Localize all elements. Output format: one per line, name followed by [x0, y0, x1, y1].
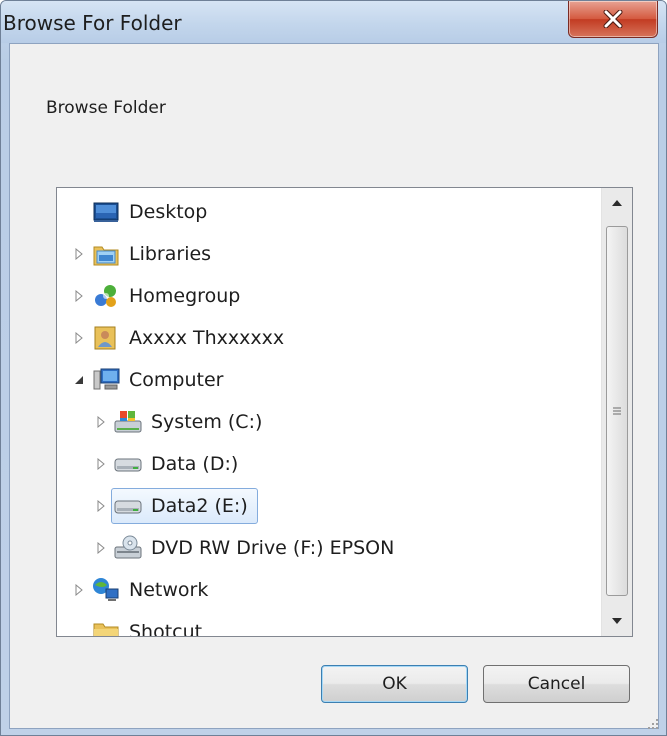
window-title: Browse For Folder [3, 11, 182, 35]
homegroup-icon [92, 282, 120, 310]
tree-item-content[interactable]: Network [89, 572, 218, 608]
computer-icon [92, 366, 120, 394]
scroll-up-button[interactable] [602, 188, 632, 218]
hard-drive-icon [114, 450, 142, 478]
tree-item-content[interactable]: Homegroup [89, 278, 250, 314]
tree-item[interactable]: Network [71, 572, 218, 608]
libraries-icon [92, 240, 120, 268]
expand-arrow-icon[interactable] [93, 412, 109, 432]
scroll-down-button[interactable] [602, 606, 632, 636]
scroll-down-icon [612, 618, 622, 624]
tree-item[interactable]: Desktop [71, 194, 217, 230]
tree-item-content[interactable]: Data (D:) [111, 446, 248, 482]
tree-item-label: Desktop [129, 201, 208, 223]
tree-item-content[interactable]: Data2 (E:) [111, 488, 258, 524]
scrollbar-thumb[interactable] [606, 226, 628, 596]
expand-arrow-icon[interactable] [93, 454, 109, 474]
folder-tree[interactable]: Desktop Libraries Homegroup Axxxx Thxxxxxx C… [56, 187, 633, 637]
tree-item[interactable]: Data (D:) [93, 446, 248, 482]
expand-arrow-icon[interactable] [71, 244, 87, 264]
resize-grip-icon[interactable] [645, 716, 659, 730]
tree-item-label: Shotcut [129, 621, 203, 637]
tree-item-label: Network [129, 579, 209, 601]
tree-item-label: Homegroup [129, 285, 241, 307]
cancel-button[interactable]: Cancel [483, 665, 630, 703]
collapse-arrow-icon[interactable] [71, 370, 87, 390]
tree-item-content[interactable]: Shotcut [89, 614, 212, 637]
ok-button[interactable]: OK [321, 665, 468, 703]
folder-icon [92, 618, 120, 636]
tree-item[interactable]: Data2 (E:) [93, 488, 258, 524]
tree-item-content[interactable]: Libraries [89, 236, 221, 272]
user-folder-icon [92, 324, 120, 352]
tree-item-label: System (C:) [151, 411, 263, 433]
close-icon [603, 10, 623, 28]
system-drive-icon [114, 408, 142, 436]
hard-drive-icon [114, 492, 142, 520]
scroll-up-icon [612, 200, 622, 206]
expand-arrow-icon[interactable] [93, 538, 109, 558]
dvd-drive-icon [114, 534, 142, 562]
tree-item-content[interactable]: DVD RW Drive (F:) EPSON [111, 530, 404, 566]
tree-item-content[interactable]: Desktop [89, 194, 217, 230]
tree-item-content[interactable]: Axxxx Thxxxxxx [89, 320, 294, 356]
tree-item[interactable]: Shotcut [71, 614, 212, 637]
dialog-description: Browse Folder [46, 98, 166, 118]
title-bar[interactable]: Browse For Folder [1, 1, 666, 43]
grip-lines-icon [613, 407, 621, 415]
tree-item[interactable]: DVD RW Drive (F:) EPSON [93, 530, 404, 566]
tree-item[interactable]: Computer [71, 362, 233, 398]
expand-arrow-icon[interactable] [71, 286, 87, 306]
tree-item[interactable]: System (C:) [93, 404, 272, 440]
tree-item[interactable]: Libraries [71, 236, 221, 272]
tree-item-content[interactable]: System (C:) [111, 404, 272, 440]
vertical-scrollbar[interactable] [601, 188, 632, 636]
tree-item-content[interactable]: Computer [89, 362, 233, 398]
close-button[interactable] [568, 1, 658, 38]
tree-item-label: Data (D:) [151, 453, 239, 475]
tree-item[interactable]: Axxxx Thxxxxxx [71, 320, 294, 356]
expand-arrow-icon[interactable] [93, 496, 109, 516]
expand-arrow-icon[interactable] [71, 328, 87, 348]
tree-item-label: Data2 (E:) [151, 495, 248, 517]
expand-arrow-icon[interactable] [71, 580, 87, 600]
tree-item-label: Axxxx Thxxxxxx [129, 327, 285, 349]
desktop-icon [92, 198, 120, 226]
tree-item-label: Libraries [129, 243, 212, 265]
tree-item-label: DVD RW Drive (F:) EPSON [151, 537, 395, 559]
tree-item[interactable]: Homegroup [71, 278, 250, 314]
network-icon [92, 576, 120, 604]
tree-item-label: Computer [129, 369, 224, 391]
